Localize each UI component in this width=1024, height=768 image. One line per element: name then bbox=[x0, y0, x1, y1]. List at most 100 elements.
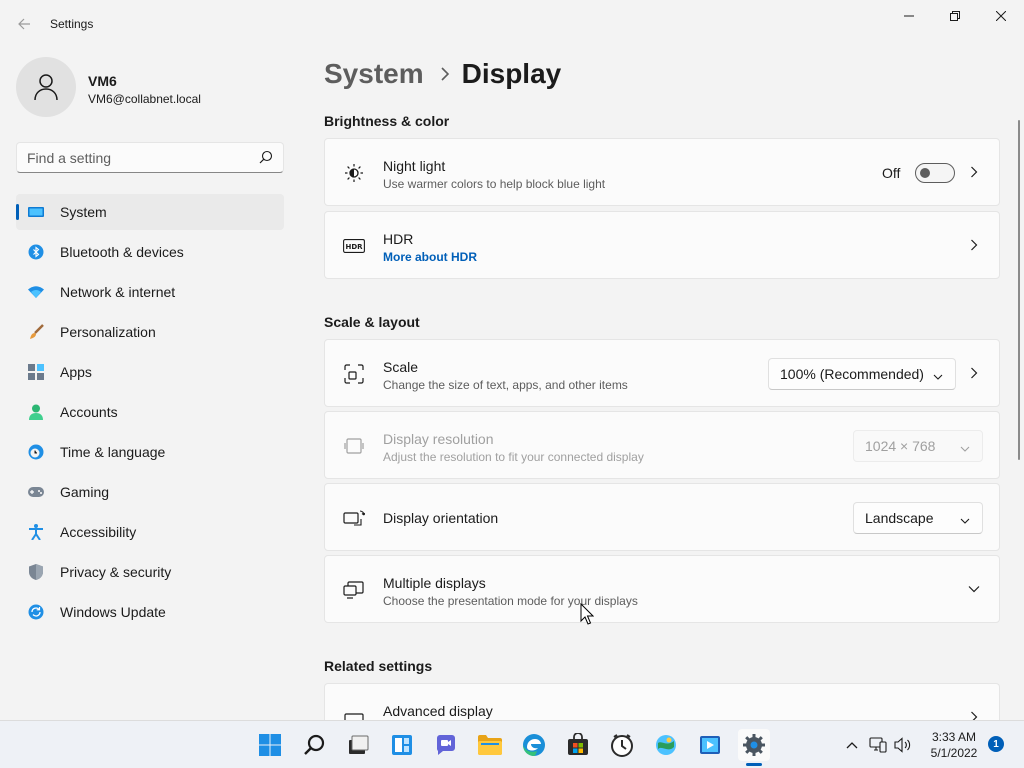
orientation-dropdown-value: Landscape bbox=[865, 510, 934, 526]
minimize-button[interactable] bbox=[886, 0, 932, 32]
search-icon[interactable] bbox=[259, 150, 273, 169]
resolution-dropdown[interactable]: 1024 × 768 bbox=[853, 430, 983, 462]
chevron-down-icon bbox=[960, 441, 970, 457]
sidebar-item-privacy[interactable]: Privacy & security bbox=[16, 554, 284, 590]
clock-date: 5/1/2022 bbox=[930, 746, 978, 760]
sidebar-item-network[interactable]: Network & internet bbox=[16, 274, 284, 310]
sidebar-item-accounts[interactable]: Accounts bbox=[16, 394, 284, 430]
restore-button[interactable] bbox=[932, 0, 978, 32]
update-icon bbox=[28, 604, 44, 620]
sidebar-item-time-language[interactable]: Time & language bbox=[16, 434, 284, 470]
search-icon bbox=[304, 734, 325, 755]
taskbar-search-button[interactable] bbox=[298, 729, 330, 761]
edge-icon bbox=[523, 734, 545, 756]
advanced-display-icon bbox=[343, 710, 365, 720]
back-arrow-icon bbox=[18, 18, 30, 30]
sidebar-item-accessibility[interactable]: Accessibility bbox=[16, 514, 284, 550]
scrollbar[interactable] bbox=[1018, 120, 1020, 460]
hdr-icon: HDR bbox=[343, 236, 365, 256]
clock-time: 3:33 AM bbox=[931, 730, 977, 744]
edge-button[interactable] bbox=[518, 729, 550, 761]
mouse-cursor-icon bbox=[580, 603, 594, 625]
search-input[interactable] bbox=[17, 143, 247, 172]
chevron-right-icon[interactable] bbox=[967, 238, 981, 252]
sidebar-item-label: Gaming bbox=[60, 484, 110, 500]
advanced-display-card[interactable]: Advanced display bbox=[324, 683, 1000, 720]
title-bar: Settings bbox=[0, 0, 1024, 48]
person-icon bbox=[34, 74, 58, 101]
display-resolution-card: Display resolution Adjust the resolution… bbox=[324, 411, 1000, 479]
sidebar-item-label: Accounts bbox=[60, 404, 118, 420]
clock-app-button[interactable] bbox=[606, 729, 638, 761]
volume-button[interactable] bbox=[893, 735, 913, 755]
start-icon bbox=[259, 734, 281, 756]
chevron-down-icon[interactable] bbox=[967, 582, 981, 596]
media-player-button[interactable] bbox=[694, 729, 726, 761]
toggle-knob bbox=[920, 168, 930, 178]
sidebar-item-label: Network & internet bbox=[60, 284, 176, 300]
bluetooth-icon bbox=[28, 244, 44, 260]
chat-button[interactable] bbox=[430, 729, 462, 761]
start-button[interactable] bbox=[254, 729, 286, 761]
night-light-subtitle: Use warmer colors to help block blue lig… bbox=[383, 177, 606, 191]
scale-icon bbox=[343, 364, 365, 384]
hdr-card[interactable]: HDR HDR More about HDR bbox=[324, 211, 1000, 279]
scale-title: Scale bbox=[383, 359, 419, 375]
clock-app-icon bbox=[611, 734, 633, 757]
widgets-button[interactable] bbox=[386, 729, 418, 761]
restore-icon bbox=[950, 11, 960, 21]
orientation-dropdown[interactable]: Landscape bbox=[853, 502, 983, 534]
resolution-icon bbox=[343, 436, 365, 456]
display-orientation-card[interactable]: Display orientation Landscape bbox=[324, 483, 1000, 551]
hdr-title: HDR bbox=[383, 231, 414, 247]
more-about-hdr-link[interactable]: More about HDR bbox=[383, 250, 477, 264]
advanced-display-title: Advanced display bbox=[383, 703, 493, 719]
sidebar-item-apps[interactable]: Apps bbox=[16, 354, 284, 390]
settings-button[interactable] bbox=[738, 729, 770, 761]
chat-icon bbox=[437, 735, 455, 755]
night-light-icon bbox=[343, 163, 365, 183]
chevron-right-icon[interactable] bbox=[967, 366, 981, 380]
sidebar-item-bluetooth[interactable]: Bluetooth & devices bbox=[16, 234, 284, 270]
sidebar-item-label: Accessibility bbox=[60, 524, 137, 540]
chevron-right-icon[interactable] bbox=[967, 710, 981, 720]
back-button[interactable] bbox=[12, 12, 36, 36]
display-resolution-subtitle: Adjust the resolution to fit your connec… bbox=[383, 450, 644, 464]
file-explorer-button[interactable] bbox=[474, 729, 506, 761]
scale-dropdown[interactable]: 100% (Recommended) bbox=[768, 358, 956, 390]
multiple-displays-card[interactable]: Multiple displays Choose the presentatio… bbox=[324, 555, 1000, 623]
night-light-card[interactable]: Night light Use warmer colors to help bl… bbox=[324, 138, 1000, 206]
sidebar-item-label: Apps bbox=[60, 364, 92, 380]
sidebar-item-windows-update[interactable]: Windows Update bbox=[16, 594, 284, 630]
active-app-indicator bbox=[746, 763, 762, 766]
night-light-toggle[interactable] bbox=[915, 163, 955, 183]
section-title-related: Related settings bbox=[324, 658, 433, 674]
sidebar-item-personalization[interactable]: Personalization bbox=[16, 314, 284, 350]
task-view-icon bbox=[349, 735, 369, 754]
system-clock[interactable]: 3:33 AM 5/1/2022 bbox=[926, 729, 982, 761]
search-box[interactable] bbox=[16, 142, 284, 173]
sidebar-item-label: Time & language bbox=[60, 444, 166, 460]
network-status-button[interactable] bbox=[868, 735, 888, 755]
scale-card[interactable]: Scale Change the size of text, apps, and… bbox=[324, 339, 1000, 407]
task-view-button[interactable] bbox=[342, 729, 374, 761]
resolution-dropdown-value: 1024 × 768 bbox=[865, 438, 936, 454]
page-title: Display bbox=[461, 58, 562, 89]
close-button[interactable] bbox=[978, 0, 1024, 32]
show-hidden-icons-button[interactable] bbox=[842, 735, 862, 755]
notification-badge[interactable]: 1 bbox=[988, 736, 1004, 752]
user-name: VM6 bbox=[88, 73, 117, 89]
display-resolution-title: Display resolution bbox=[383, 431, 494, 447]
store-button[interactable] bbox=[562, 729, 594, 761]
scale-dropdown-value: 100% (Recommended) bbox=[780, 366, 924, 382]
multiple-displays-icon bbox=[343, 580, 365, 600]
sidebar-item-gaming[interactable]: Gaming bbox=[16, 474, 284, 510]
widgets-icon bbox=[392, 735, 412, 755]
photos-button[interactable] bbox=[650, 729, 682, 761]
sidebar-item-label: Personalization bbox=[60, 324, 156, 340]
orientation-icon bbox=[343, 508, 365, 528]
sidebar-item-label: System bbox=[60, 204, 107, 220]
sidebar-item-system[interactable]: System bbox=[16, 194, 284, 230]
chevron-right-icon[interactable] bbox=[967, 165, 981, 179]
breadcrumb-parent[interactable]: System bbox=[324, 58, 424, 90]
